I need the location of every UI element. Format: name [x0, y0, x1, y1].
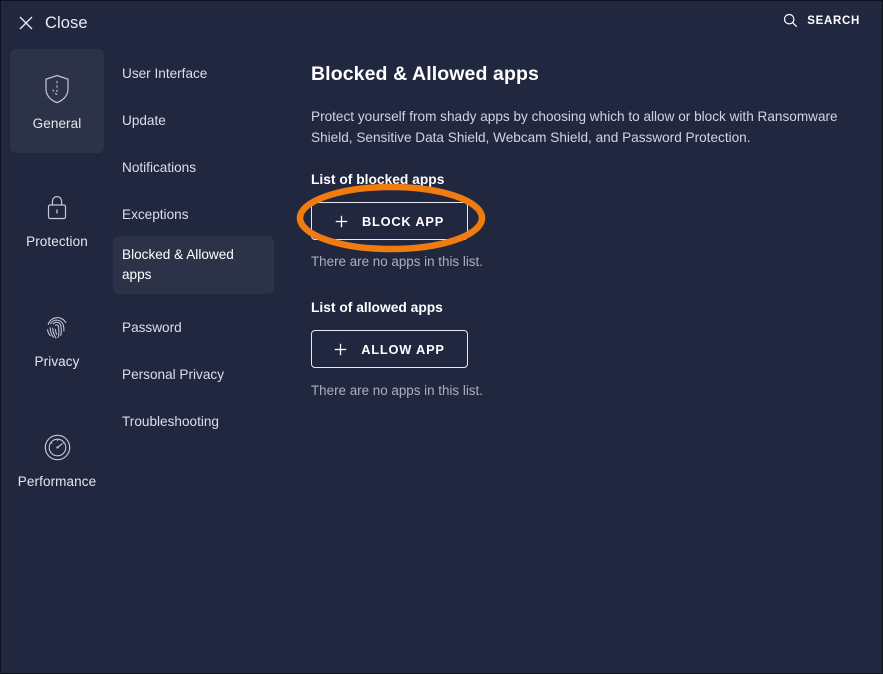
close-x-icon [19, 16, 33, 30]
blocked-apps-section: List of blocked apps BLOCK APP There are… [311, 172, 858, 269]
subnav-item-troubleshooting[interactable]: Troubleshooting [113, 403, 274, 441]
subnav-item-label: Exceptions [122, 207, 189, 222]
subnav-item-label: Personal Privacy [122, 367, 224, 382]
sidebar-item-performance[interactable]: Performance [10, 407, 104, 511]
subnav-item-label: Password [122, 320, 182, 335]
page-description: Protect yourself from shady apps by choo… [311, 109, 838, 145]
allowed-apps-heading: List of allowed apps [311, 300, 443, 315]
sidebar-item-privacy[interactable]: Privacy [10, 287, 104, 391]
blocked-apps-heading: List of blocked apps [311, 172, 445, 187]
fingerprint-icon [40, 309, 74, 345]
plus-icon [334, 343, 347, 356]
subnav-item-personal-privacy[interactable]: Personal Privacy [113, 356, 274, 394]
block-app-button[interactable]: BLOCK APP [311, 202, 468, 240]
allowed-apps-section: List of allowed apps ALLOW APP There are… [311, 300, 858, 398]
close-button[interactable]: Close [11, 9, 96, 37]
close-label: Close [45, 13, 88, 32]
subnav-item-label: Blocked & Allowed apps [122, 247, 234, 282]
subnav-item-label: Notifications [122, 160, 197, 175]
primary-sidebar: General Protection Privacy Performance [1, 45, 113, 673]
sidebar-item-label: General [32, 116, 82, 131]
sidebar-item-general[interactable]: General [10, 49, 104, 153]
page-title: Blocked & Allowed apps [311, 63, 539, 85]
subnav-item-label: Troubleshooting [122, 414, 219, 429]
gauge-icon [40, 429, 74, 465]
allow-app-label: ALLOW APP [361, 341, 445, 357]
subnav-item-label: User Interface [122, 66, 208, 81]
main-content: Blocked & Allowed apps Protect yourself … [298, 45, 882, 673]
shield-icon [40, 71, 74, 107]
sidebar-item-protection[interactable]: Protection [10, 167, 104, 271]
subnav-item-blocked-allowed-apps[interactable]: Blocked & Allowed apps [113, 236, 274, 294]
blocked-apps-empty-text: There are no apps in this list. [311, 254, 483, 269]
settings-window: Close SEARCH General Protection Privacy … [0, 0, 883, 674]
titlebar: Close SEARCH [1, 1, 882, 45]
lock-icon [40, 189, 74, 225]
subnav-item-password[interactable]: Password [113, 309, 274, 347]
allow-app-button[interactable]: ALLOW APP [311, 330, 468, 368]
allowed-apps-empty-text: There are no apps in this list. [311, 383, 483, 398]
subnav-item-update[interactable]: Update [113, 102, 274, 140]
sidebar-item-label: Protection [26, 234, 88, 249]
subnav-item-label: Update [122, 113, 166, 128]
secondary-nav: User Interface Update Notifications Exce… [113, 45, 298, 673]
subnav-item-user-interface[interactable]: User Interface [113, 55, 274, 93]
search-button[interactable]: SEARCH [783, 13, 860, 28]
sidebar-item-label: Performance [17, 474, 97, 489]
search-icon [783, 13, 798, 28]
subnav-item-notifications[interactable]: Notifications [113, 149, 274, 187]
plus-icon [335, 215, 348, 228]
sidebar-item-label: Privacy [34, 354, 80, 369]
block-app-label: BLOCK APP [361, 213, 445, 229]
search-label: SEARCH [807, 14, 860, 27]
subnav-item-exceptions[interactable]: Exceptions [113, 196, 274, 234]
